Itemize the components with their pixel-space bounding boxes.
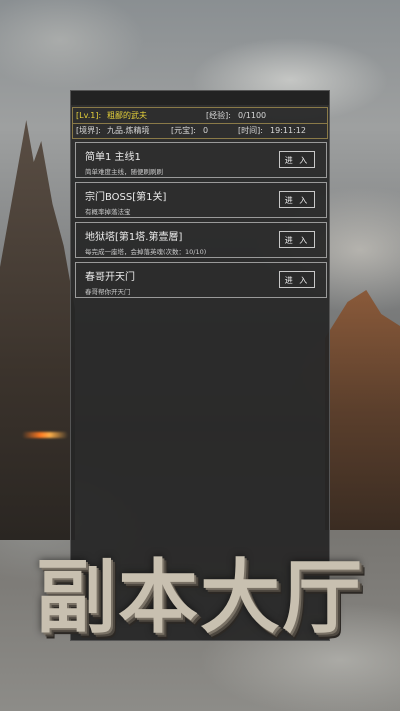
dungeon-item-hell-tower: 地狱塔[第1塔.第壹層] 每完成一座塔，会掉落英魂(次数：10/10) 进 入 [75,222,327,258]
background-lava-glow [22,432,68,438]
time-label: [时间]: [238,126,263,135]
yuanbao-label: [元宝]: [171,126,196,135]
dungeon-title: 地狱塔[第1塔.第壹層] [85,232,183,243]
exp-label: [经验]: [206,111,231,120]
status-row-1: [Lv.1]: 粗鄙的武夫 [经验]: 0/1100 [73,108,327,124]
yuanbao-value: 0 [203,126,209,135]
enter-button[interactable]: 进 入 [279,271,315,288]
dungeon-desc: 有概率掉落法宝 [85,208,131,216]
enter-button[interactable]: 进 入 [279,191,315,208]
dungeon-title: 春哥开天门 [85,272,135,283]
realm-label: [境界]: [76,126,101,135]
dungeon-desc: 简单难度主线，随便刷刷刷 [85,168,163,176]
level-label: [Lv.1]: [76,111,102,120]
background-mountain-left [0,120,75,540]
dungeon-item-main-story: 简单1 主线1 简单难度主线，随便刷刷刷 进 入 [75,142,327,178]
enter-button[interactable]: 进 入 [279,151,315,168]
dungeon-desc: 每完成一座塔，会掉落英魂(次数：10/10) [85,248,207,256]
dungeon-title: 宗门BOSS[第1关] [85,192,167,203]
exp-value: 0/1100 [238,111,267,120]
banner-title: 副本大厅 [36,551,364,644]
status-row-2: [境界]: 九品.炼精境 [元宝]: 0 [时间]: 19:11:12 [73,123,327,138]
dungeon-item-heaven-gate: 春哥开天门 春哥帮你开天门 进 入 [75,262,327,298]
dungeon-title: 简单1 主线1 [85,152,141,163]
realm-value: 九品.炼精境 [107,126,150,135]
player-name: 粗鄙的武夫 [107,111,147,120]
time-value: 19:11:12 [270,126,306,135]
enter-button[interactable]: 进 入 [279,231,315,248]
panel-top-bar [71,91,329,105]
player-status-bar: [Lv.1]: 粗鄙的武夫 [经验]: 0/1100 [境界]: 九品.炼精境 … [72,107,328,139]
game-screen: [Lv.1]: 粗鄙的武夫 [经验]: 0/1100 [境界]: 九品.炼精境 … [0,0,400,711]
banner: 副本大厅 [0,548,400,658]
dungeon-item-sect-boss: 宗门BOSS[第1关] 有概率掉落法宝 进 入 [75,182,327,218]
background-mountain-right [325,290,400,530]
dungeon-desc: 春哥帮你开天门 [85,288,131,296]
